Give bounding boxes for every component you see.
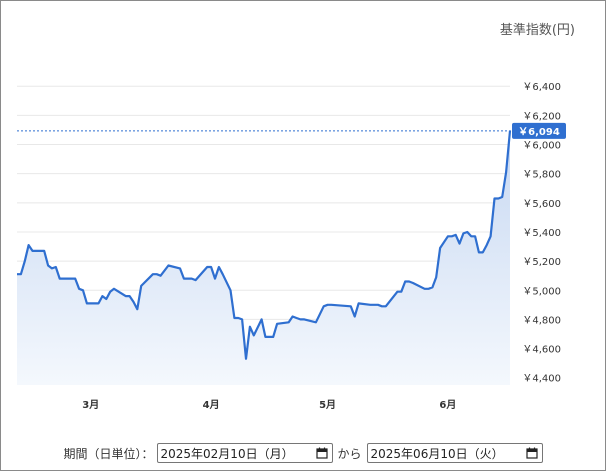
calendar-icon[interactable] bbox=[525, 447, 538, 459]
y-tick-label: ￥5,200 bbox=[522, 257, 561, 268]
y-tick-label: ￥6,200 bbox=[522, 111, 561, 122]
end-date-input[interactable]: 2025年06月10日（火） bbox=[366, 443, 543, 463]
y-tick-label: ￥5,400 bbox=[522, 228, 561, 239]
area-fill bbox=[17, 130, 510, 385]
y-tick-label: ￥4,400 bbox=[522, 374, 561, 385]
y-tick-label: ￥4,800 bbox=[522, 315, 561, 326]
y-tick-label: ￥6,000 bbox=[522, 141, 561, 152]
y-tick-label: ￥4,600 bbox=[522, 345, 561, 356]
x-tick-label: 4月 bbox=[203, 399, 220, 411]
x-tick-label: 6月 bbox=[439, 399, 456, 411]
period-selector: 期間（日単位）： 2025年02月10日（月） から 2025年06月10日（火… bbox=[0, 442, 606, 464]
x-axis-ticks: 3月 4月 5月 6月 bbox=[82, 399, 456, 411]
last-value-label: ￥6,094 bbox=[518, 127, 560, 138]
y-tick-label: ￥5,800 bbox=[522, 170, 561, 181]
y-tick-label: ￥5,600 bbox=[522, 199, 561, 210]
price-chart: 基準指数(円) ￥4,400 ￥4,600 ￥4,800 ￥5,000 ￥5,200 ￥5… bbox=[17, 22, 575, 411]
calendar-icon[interactable] bbox=[315, 447, 328, 459]
period-label: 期間（日単位）： bbox=[63, 446, 154, 461]
end-date-value: 2025年06月10日（火） bbox=[370, 446, 504, 461]
y-tick-label: ￥6,400 bbox=[522, 82, 561, 93]
period-separator: から bbox=[337, 446, 362, 461]
last-value-tag: ￥6,094 bbox=[512, 122, 566, 139]
start-date-input[interactable]: 2025年02月10日（月） bbox=[156, 443, 333, 463]
x-tick-label: 3月 bbox=[82, 399, 99, 411]
start-date-value: 2025年02月10日（月） bbox=[160, 446, 294, 461]
y-axis-unit-label: 基準指数(円) bbox=[500, 22, 575, 38]
x-tick-label: 5月 bbox=[319, 399, 336, 411]
y-tick-label: ￥5,000 bbox=[522, 286, 561, 297]
